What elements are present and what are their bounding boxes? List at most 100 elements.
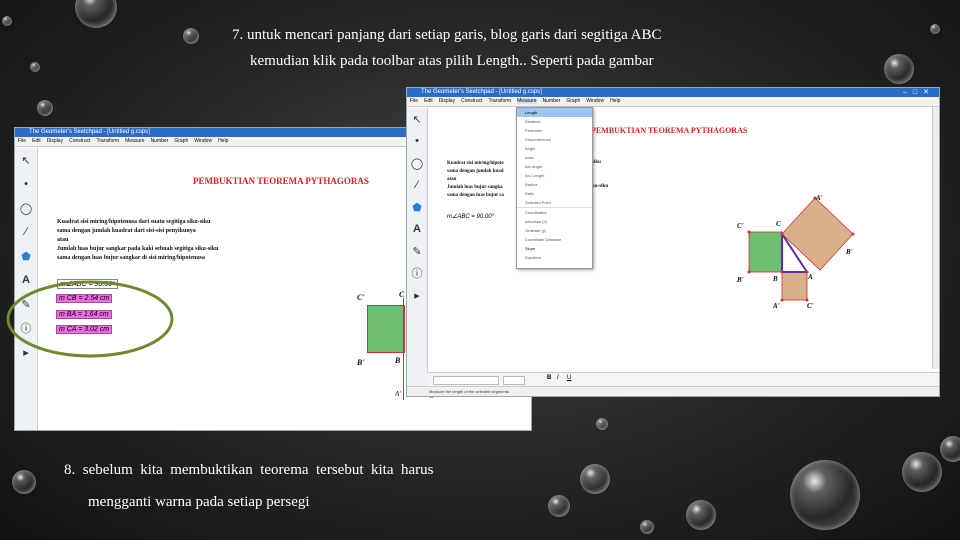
menu-item-ratio[interactable]: Ratio	[517, 189, 592, 198]
point-label-b-prime-right: B'	[846, 248, 853, 256]
menu-item-slope[interactable]: Slope	[517, 244, 592, 253]
arrow-tool-icon[interactable]: ↖	[15, 148, 37, 172]
bubble-decoration	[37, 100, 53, 116]
caption-step-8: 8. sebelum kita membuktikan teorema ters…	[64, 454, 534, 518]
compass-tool-icon[interactable]: ◯	[407, 152, 427, 174]
menu-item-abscissa[interactable]: Abscissa (x)	[517, 217, 592, 226]
polygon-tool-icon[interactable]: ⬟	[15, 244, 37, 268]
menu-item-arc-length[interactable]: Arc Length	[517, 171, 592, 180]
bubble-decoration	[183, 28, 199, 44]
window-controls[interactable]: –□✕	[903, 88, 935, 97]
point-tool-icon[interactable]: •	[407, 130, 427, 152]
custom-tool-icon[interactable]: ▸	[407, 284, 427, 306]
toolbox: ↖ • ◯ ∕ ⬟ A ✎ ⓘ ▸	[407, 108, 428, 396]
size-select[interactable]	[503, 376, 525, 385]
straightedge-tool-icon[interactable]: ∕	[407, 174, 427, 196]
menu-display[interactable]: Display	[47, 138, 63, 144]
point-marker	[747, 230, 751, 234]
window-titlebar: The Geometer's Sketchpad - [Untitled g.c…	[407, 88, 939, 97]
menu-item-ordinate[interactable]: Ordinate (y)	[517, 226, 592, 235]
point-label-a-prime: A'	[395, 390, 401, 398]
menu-item-distance[interactable]: Distance	[517, 117, 592, 126]
menu-help[interactable]: Help	[218, 138, 228, 144]
menu-window[interactable]: Window	[586, 98, 604, 104]
bubble-decoration	[930, 24, 940, 34]
menu-transform[interactable]: Transform	[489, 98, 512, 104]
menu-item-equation[interactable]: Equation	[517, 253, 592, 262]
sketch-text-line: sama dengan luas bujur sa	[447, 193, 504, 198]
bubble-decoration	[640, 520, 654, 534]
bubble-decoration	[548, 495, 570, 517]
menu-help[interactable]: Help	[610, 98, 620, 104]
point-label-b: B	[773, 275, 778, 283]
info-tool-icon[interactable]: ⓘ	[407, 262, 427, 284]
menu-graph[interactable]: Graph	[566, 98, 580, 104]
text-tool-icon[interactable]: A	[407, 218, 427, 240]
point-label-c-prime: C'	[357, 293, 365, 302]
bubble-decoration	[902, 452, 942, 492]
italic-button[interactable]: I	[557, 375, 559, 381]
bubble-decoration	[686, 500, 716, 530]
point-label-c: C	[399, 290, 405, 299]
sketch-text-line: Jumlah luas bujur sangkar pada kaki sebu…	[57, 246, 219, 252]
compass-tool-icon[interactable]: ◯	[15, 196, 37, 220]
vertical-scrollbar[interactable]	[932, 107, 939, 369]
menu-measure[interactable]: Measure	[125, 138, 144, 144]
marker-tool-icon[interactable]: ✎	[407, 240, 427, 262]
green-square[interactable]	[367, 305, 405, 353]
sketch-text-tail: ku-siku	[592, 184, 609, 189]
menu-measure[interactable]: Measure	[517, 98, 537, 104]
menu-transform[interactable]: Transform	[97, 138, 120, 144]
tan-square-bottom	[781, 271, 808, 301]
menu-construct[interactable]: Construct	[461, 98, 482, 104]
point-label-c: C	[776, 220, 781, 228]
menu-item-area[interactable]: Area	[517, 153, 592, 162]
point-label-b: B	[395, 356, 401, 365]
menu-file[interactable]: File	[410, 98, 418, 104]
measure-dropdown-menu: Length Distance Perimeter Circumference …	[516, 107, 593, 269]
menu-file[interactable]: File	[18, 138, 26, 144]
menu-display[interactable]: Display	[439, 98, 455, 104]
status-text: Measure the length of the selected segme…	[429, 389, 509, 394]
menu-number[interactable]: Number	[151, 138, 169, 144]
window-title: The Geometer's Sketchpad - [Untitled g.c…	[421, 89, 542, 95]
bubble-decoration	[30, 62, 40, 72]
status-bar: Measure the length of the selected segme…	[407, 386, 939, 396]
caption-line: 8. sebelum kita membuktikan teorema ters…	[64, 462, 434, 478]
polygon-tool-icon[interactable]: ⬟	[407, 196, 427, 218]
caption-line: mengganti warna pada setiap persegi	[88, 494, 310, 510]
sketch-text-line: sama dengan luas bujur sangkar di sisi m…	[57, 255, 205, 261]
menu-item-coordinates[interactable]: Coordinates	[517, 207, 592, 217]
point-marker	[780, 298, 784, 302]
menu-item-perimeter[interactable]: Perimeter	[517, 126, 592, 135]
bubble-decoration	[2, 16, 12, 26]
point-marker	[780, 232, 784, 236]
bubble-decoration	[596, 418, 608, 430]
sketch-text-tail: siku	[592, 160, 601, 165]
sketchpad-window-right: The Geometer's Sketchpad - [Untitled g.c…	[406, 87, 940, 397]
menu-item-radius[interactable]: Radius	[517, 180, 592, 189]
menu-item-coordinate-distance[interactable]: Coordinate Distance	[517, 235, 592, 244]
arrow-tool-icon[interactable]: ↖	[407, 108, 427, 130]
menu-number[interactable]: Number	[543, 98, 561, 104]
menu-item-selected-point[interactable]: Selected Point	[517, 198, 592, 207]
menu-item-circumference[interactable]: Circumference	[517, 135, 592, 144]
menu-edit[interactable]: Edit	[424, 98, 433, 104]
sketch-heading: PEMBUKTIAN TEOREMA PYTHAGORAS	[591, 126, 748, 135]
menu-graph[interactable]: Graph	[174, 138, 188, 144]
window-title: The Geometer's Sketchpad - [Untitled g.c…	[29, 129, 150, 135]
menu-edit[interactable]: Edit	[32, 138, 41, 144]
point-marker	[747, 270, 751, 274]
point-tool-icon[interactable]: •	[15, 172, 37, 196]
bold-button[interactable]: B	[547, 375, 551, 381]
font-select[interactable]	[433, 376, 499, 385]
straightedge-tool-icon[interactable]: ∕	[15, 220, 37, 244]
underline-button[interactable]: U	[567, 375, 571, 381]
menu-construct[interactable]: Construct	[69, 138, 90, 144]
angle-measurement[interactable]: m∠ABC = 90.00°	[447, 213, 494, 220]
menu-item-arc-angle[interactable]: Arc Angle	[517, 162, 592, 171]
menu-item-length[interactable]: Length	[517, 108, 592, 117]
menu-window[interactable]: Window	[194, 138, 212, 144]
menu-item-angle[interactable]: Angle	[517, 144, 592, 153]
sketch-text-line: sama dengan jumlah kuad	[447, 169, 504, 174]
